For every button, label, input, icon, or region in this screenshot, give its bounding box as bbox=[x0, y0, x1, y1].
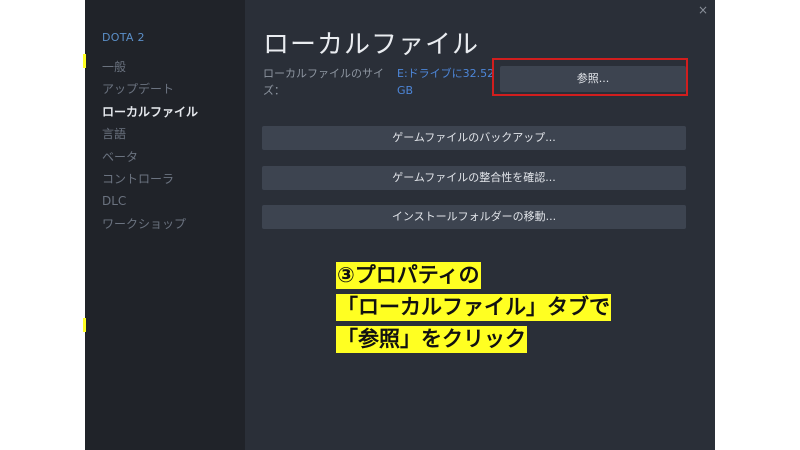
annotation-line-3: 「参照」をクリック bbox=[336, 326, 527, 353]
close-icon[interactable]: × bbox=[698, 3, 708, 17]
annotation-edge-mark bbox=[83, 54, 86, 68]
backup-game-files-button[interactable]: ゲームファイルのバックアップ... bbox=[262, 126, 686, 150]
sidebar-item-dlc[interactable]: DLC bbox=[102, 192, 198, 214]
properties-window: DOTA 2 一般 アップデート ローカルファイル 言語 ベータ コントローラ … bbox=[85, 0, 715, 450]
sidebar-item-workshop[interactable]: ワークショップ bbox=[102, 215, 198, 237]
sidebar-item-local-files[interactable]: ローカルファイル bbox=[102, 103, 198, 125]
sidebar-item-controller[interactable]: コントローラ bbox=[102, 170, 198, 192]
local-files-size-value: E:ドライブに32.52 GB bbox=[397, 67, 495, 97]
annotation-line-1: ③プロパティの bbox=[336, 262, 481, 289]
sidebar-nav: 一般 アップデート ローカルファイル 言語 ベータ コントローラ DLC ワーク… bbox=[102, 58, 198, 237]
browse-button[interactable]: 参照... bbox=[500, 66, 686, 92]
sidebar-item-beta[interactable]: ベータ bbox=[102, 148, 198, 170]
sidebar-item-updates[interactable]: アップデート bbox=[102, 80, 198, 102]
annotation-line-2: 「ローカルファイル」タブで bbox=[336, 294, 611, 321]
verify-game-files-button[interactable]: ゲームファイルの整合性を確認... bbox=[262, 166, 686, 190]
local-files-size-label: ローカルファイルのサイズ： bbox=[263, 67, 384, 97]
game-title: DOTA 2 bbox=[102, 31, 145, 44]
annotation-edge-mark bbox=[83, 318, 86, 332]
sidebar-item-general[interactable]: 一般 bbox=[102, 58, 198, 80]
move-install-folder-button[interactable]: インストールフォルダーの移動... bbox=[262, 205, 686, 229]
page-title: ローカルファイル bbox=[263, 30, 480, 60]
sidebar: DOTA 2 一般 アップデート ローカルファイル 言語 ベータ コントローラ … bbox=[85, 0, 245, 450]
sidebar-item-language[interactable]: 言語 bbox=[102, 125, 198, 147]
